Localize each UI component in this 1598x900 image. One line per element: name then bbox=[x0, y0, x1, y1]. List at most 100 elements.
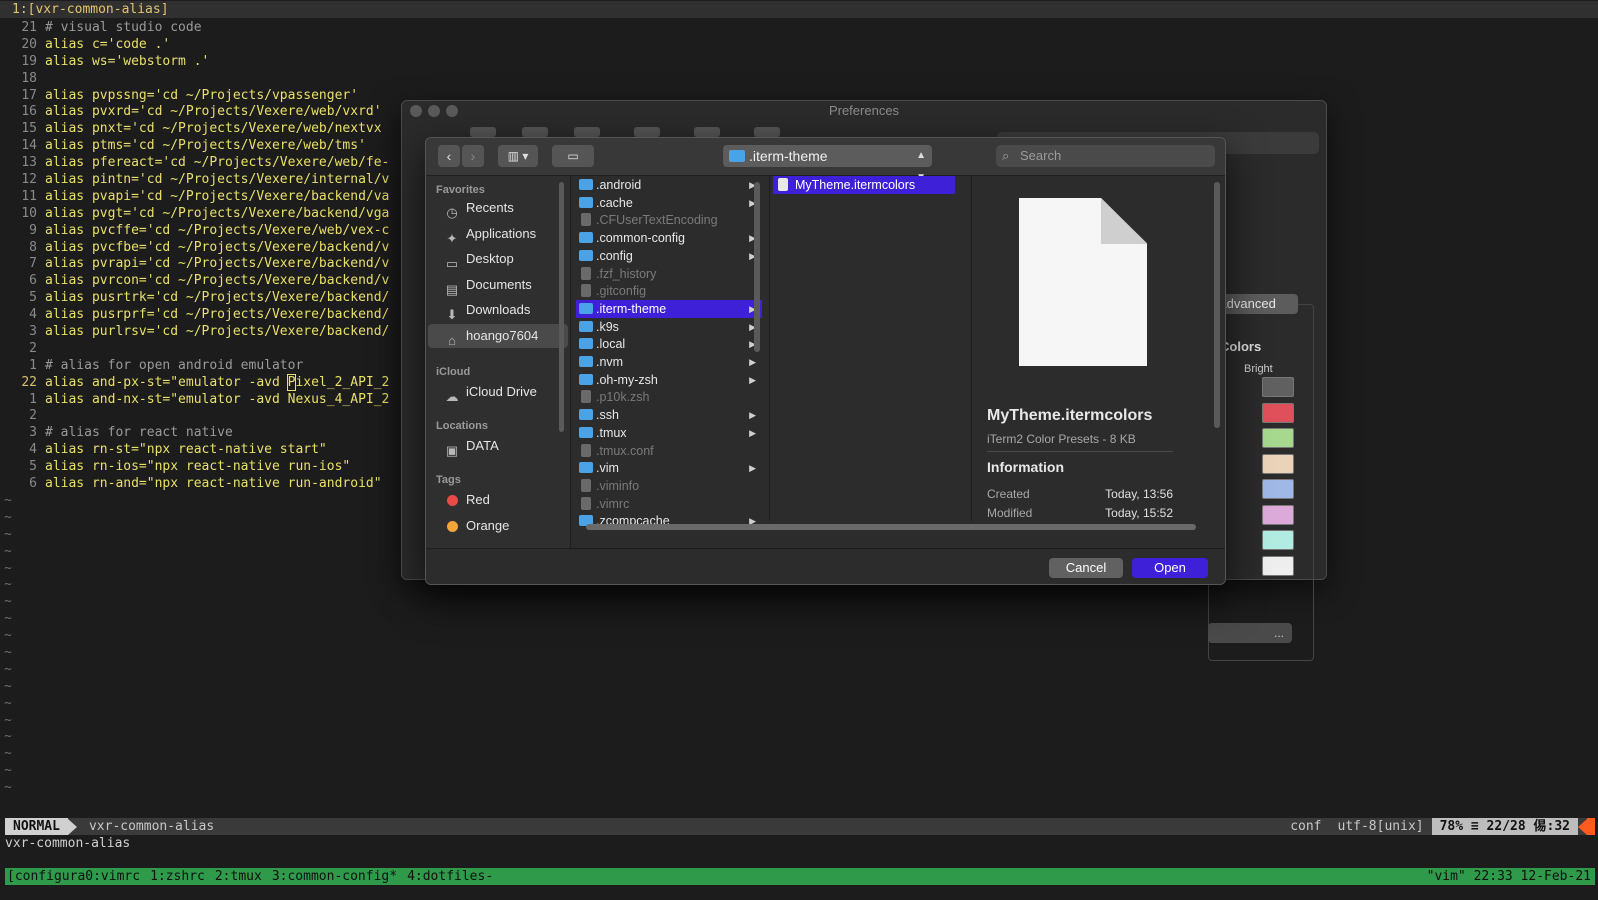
profiles-icon[interactable] bbox=[470, 127, 496, 137]
code-line[interactable]: 6 alias pvrcon='cd ~/Projects/Vexere/back… bbox=[0, 272, 389, 289]
pointer-icon[interactable] bbox=[694, 127, 720, 137]
column-scrollbar[interactable] bbox=[754, 182, 760, 352]
code-line[interactable]: 4 alias pusrprf='cd ~/Projects/Vexere/bac… bbox=[0, 306, 389, 323]
file-item[interactable]: .tmux.conf bbox=[576, 442, 762, 460]
line-text: alias and-nx-st="emulator -avd Nexus_4_A… bbox=[45, 391, 390, 407]
code-line[interactable]: 1 # alias for open android emulator bbox=[0, 357, 389, 374]
code-line[interactable]: 20 alias c='code .' bbox=[0, 36, 389, 53]
bright-color-swatch[interactable] bbox=[1262, 377, 1294, 397]
forward-button[interactable]: › bbox=[462, 145, 484, 167]
file-item[interactable]: .vim ▶ bbox=[576, 459, 762, 477]
color-preset-select[interactable]: ... bbox=[1208, 623, 1292, 643]
tmux-window[interactable]: 4:dotfiles- bbox=[407, 869, 503, 884]
code-line[interactable]: 10 alias pvgt='cd ~/Projects/Vexere/backe… bbox=[0, 205, 389, 222]
horizontal-scrollbar[interactable] bbox=[586, 524, 1196, 530]
open-button[interactable]: Open bbox=[1132, 558, 1208, 578]
bright-color-swatch[interactable] bbox=[1262, 428, 1294, 448]
sidebar-item-hoango7604[interactable]: ⌂ hoango7604 bbox=[428, 323, 568, 348]
file-item[interactable]: .oh-my-zsh ▶ bbox=[576, 371, 762, 389]
code-line[interactable]: 19 alias ws='webstorm .' bbox=[0, 53, 389, 70]
vim-cmdline[interactable]: vxr-common-alias bbox=[5, 836, 130, 851]
code-line[interactable]: 3 # alias for react native bbox=[0, 424, 389, 441]
code-line[interactable]: 6 alias rn-and="npx react-native run-andr… bbox=[0, 475, 389, 492]
file-item[interactable]: .nvm ▶ bbox=[576, 353, 762, 371]
code-line[interactable]: 11 alias pvapi='cd ~/Projects/Vexere/back… bbox=[0, 188, 389, 205]
line-number: 3 bbox=[29, 425, 37, 441]
file-item[interactable]: .common-config ▶ bbox=[576, 229, 762, 247]
file-item[interactable]: .gitconfig bbox=[576, 282, 762, 300]
code-line[interactable]: 2 bbox=[0, 407, 389, 424]
bright-color-swatch[interactable] bbox=[1262, 530, 1294, 550]
advanced-icon[interactable] bbox=[754, 127, 780, 137]
tmux-window[interactable]: 1:zshrc bbox=[150, 869, 215, 884]
sidebar-item-downloads[interactable]: ⬇ Downloads bbox=[428, 298, 568, 322]
tmux-window[interactable]: [configura0:vimrc bbox=[7, 869, 150, 884]
file-item[interactable]: .viminfo bbox=[576, 477, 762, 495]
code-line[interactable]: 21 # visual studio code bbox=[0, 19, 389, 36]
code-line[interactable]: 5 alias pusrtrk='cd ~/Projects/Vexere/bac… bbox=[0, 289, 389, 306]
line-text: alias pvrapi='cd ~/Projects/Vexere/backe… bbox=[45, 256, 390, 272]
file-item[interactable]: .fzf_history bbox=[576, 265, 762, 283]
appearance-icon[interactable] bbox=[522, 127, 548, 137]
file-item[interactable]: .cache ▶ bbox=[576, 194, 762, 212]
vim-tabline[interactable]: 1:[vxr-common-alias] bbox=[0, 1, 1598, 18]
code-line[interactable]: 14 alias ptms='cd ~/Projects/Vexere/web/t… bbox=[0, 137, 389, 154]
code-line[interactable]: 22 alias and-px-st="emulator -avd Pixel_2… bbox=[0, 373, 389, 391]
sidebar-item-recents[interactable]: ◷ Recents bbox=[428, 196, 568, 220]
code-line[interactable]: 9 alias pvcffe='cd ~/Projects/Vexere/web/… bbox=[0, 222, 389, 239]
sidebar-item-icloud-drive[interactable]: ☁ iCloud Drive bbox=[428, 380, 568, 404]
file-item[interactable]: .tmux ▶ bbox=[576, 424, 762, 442]
cancel-button[interactable]: Cancel bbox=[1049, 558, 1123, 578]
file-item[interactable]: .local ▶ bbox=[576, 335, 762, 353]
bright-color-swatch[interactable] bbox=[1262, 479, 1294, 499]
new-folder-button[interactable]: ▭ bbox=[552, 145, 594, 167]
code-line[interactable]: 4 alias rn-st="npx react-native start" bbox=[0, 441, 389, 458]
general-icon[interactable] bbox=[574, 127, 600, 137]
file-item[interactable]: .config ▶ bbox=[576, 247, 762, 265]
preview-scrollbar[interactable] bbox=[1214, 182, 1220, 428]
sidebar-scrollbar[interactable] bbox=[559, 182, 564, 432]
code-line[interactable]: 7 alias pvrapi='cd ~/Projects/Vexere/back… bbox=[0, 255, 389, 272]
file-item[interactable]: .android ▶ bbox=[576, 176, 762, 194]
folder-icon bbox=[729, 150, 745, 162]
vim-tab-title[interactable]: 1:[vxr-common-alias] bbox=[12, 2, 169, 17]
search-input[interactable]: ⌕ Search bbox=[996, 145, 1215, 167]
code-line[interactable]: 5 alias rn-ios="npx react-native run-ios" bbox=[0, 458, 389, 475]
file-item[interactable]: .vimrc bbox=[576, 495, 762, 513]
file-item[interactable]: .iterm-theme ▶ bbox=[576, 299, 762, 318]
vim-buffer[interactable]: 21 # visual studio code 20 alias c='code .'… bbox=[0, 19, 389, 796]
code-line[interactable]: 12 alias pintn='cd ~/Projects/Vexere/inte… bbox=[0, 171, 389, 188]
file-item-selected[interactable]: MyTheme.itermcolors bbox=[773, 176, 955, 194]
tmux-window[interactable]: 2:tmux bbox=[215, 869, 272, 884]
sidebar-item-desktop[interactable]: ▭ Desktop bbox=[428, 247, 568, 271]
code-line[interactable]: 15 alias pnxt='cd ~/Projects/Vexere/web/n… bbox=[0, 120, 389, 137]
bright-color-swatch[interactable] bbox=[1262, 453, 1294, 474]
code-line[interactable]: 1 alias and-nx-st="emulator -avd Nexus_4_… bbox=[0, 391, 389, 408]
path-popup[interactable]: .iterm-theme ▲▼ bbox=[723, 145, 932, 183]
file-item[interactable]: .p10k.zsh bbox=[576, 388, 762, 406]
code-line[interactable]: 8 alias pvcfbe='cd ~/Projects/Vexere/back… bbox=[0, 239, 389, 256]
code-line[interactable]: 17 alias pvpssng='cd ~/Projects/vpassenge… bbox=[0, 87, 389, 104]
sidebar-item-documents[interactable]: ▤ Documents bbox=[428, 273, 568, 297]
file-item[interactable]: .k9s ▶ bbox=[576, 318, 762, 336]
keys-icon[interactable] bbox=[634, 127, 660, 137]
icloud-heading: iCloud bbox=[436, 366, 471, 378]
sidebar-tag-red[interactable]: Red bbox=[428, 488, 568, 512]
code-line[interactable]: 2 bbox=[0, 340, 389, 357]
bright-color-swatch[interactable] bbox=[1262, 402, 1294, 423]
warning-indicator bbox=[1587, 818, 1595, 835]
file-item[interactable]: .CFUserTextEncoding bbox=[576, 211, 762, 229]
back-button[interactable]: ‹ bbox=[438, 145, 460, 167]
sidebar-item-data[interactable]: ▣ DATA bbox=[428, 434, 568, 458]
code-line[interactable]: 3 alias purlrsv='cd ~/Projects/Vexere/bac… bbox=[0, 323, 389, 340]
code-line[interactable]: 13 alias pfereact='cd ~/Projects/Vexere/w… bbox=[0, 154, 389, 171]
sidebar-item-applications[interactable]: ✦ Applications bbox=[428, 222, 568, 246]
bright-color-swatch[interactable] bbox=[1262, 555, 1294, 576]
bright-color-swatch[interactable] bbox=[1262, 504, 1294, 525]
code-line[interactable]: 18 bbox=[0, 70, 389, 87]
code-line[interactable]: 16 alias pvxrd='cd ~/Projects/Vexere/web/… bbox=[0, 103, 389, 120]
sidebar-tag-orange[interactable]: Orange bbox=[428, 514, 568, 538]
file-item[interactable]: .ssh ▶ bbox=[576, 406, 762, 424]
view-mode-button[interactable]: ▥ ▾ bbox=[498, 145, 538, 167]
tmux-window[interactable]: 3:common-config* bbox=[272, 869, 407, 884]
